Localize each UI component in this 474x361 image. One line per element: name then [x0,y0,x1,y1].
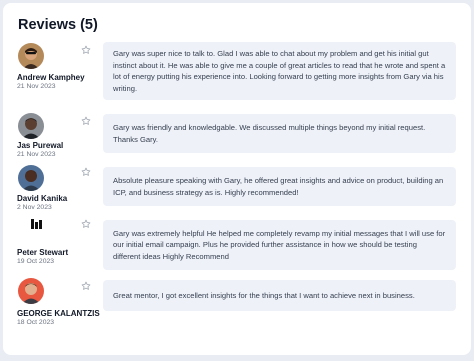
review-text-bubble: Gary was extremely helpful He helped me … [103,220,456,270]
reviews-title: Reviews (5) [18,17,98,33]
review-text: Gary was super nice to talk to. Glad I w… [113,49,446,93]
avatar [18,165,44,191]
review-text: Absolute pleasure speaking with Gary, he… [113,176,444,197]
review-text-bubble: Absolute pleasure speaking with Gary, he… [103,167,456,206]
review-date: 19 Oct 2023 [17,258,55,265]
reviews-card: Reviews (5) Andrew Kamphey 21 Nov 2023 G… [3,3,471,355]
review-text: Gary was friendly and knowledgable. We d… [113,123,426,144]
reviewer-name: David Kanika [17,194,68,203]
reviewer-name: Jas Purewal [17,141,64,150]
review-date: 21 Nov 2023 [17,83,56,90]
reviewer-name: Peter Stewart [17,248,69,257]
review-text-bubble: Great mentor, I got excellent insights f… [103,280,456,311]
star-outline-icon[interactable] [81,45,91,55]
review-text: Great mentor, I got excellent insights f… [113,290,415,300]
avatar [18,43,44,69]
star-outline-icon[interactable] [81,281,91,291]
star-outline-icon[interactable] [81,167,91,177]
star-outline-icon[interactable] [81,116,91,126]
review-text-bubble: Gary was super nice to talk to. Glad I w… [103,42,456,100]
review-text: Gary was extremely helpful He helped me … [113,228,446,261]
reviewer-name: Andrew Kamphey [17,73,85,82]
review-item: Andrew Kamphey 21 Nov 2023 Gary was supe… [3,41,471,101]
review-item: Jas Purewal 21 Nov 2023 Gary was friendl… [3,111,471,158]
avatar [30,217,44,231]
reviewer-name: GEORGE KALANTZIS [17,309,100,318]
review-text-bubble: Gary was friendly and knowledgable. We d… [103,114,456,153]
review-item: GEORGE KALANTZIS 18 Oct 2023 Great mento… [3,278,471,328]
review-date: 21 Nov 2023 [17,151,56,158]
avatar [18,278,44,304]
review-item: Peter Stewart 19 Oct 2023 Gary was extre… [3,216,471,274]
avatar [18,113,44,139]
review-date: 2 Nov 2023 [17,204,52,211]
review-item: David Kanika 2 Nov 2023 Absolute pleasur… [3,165,471,211]
star-outline-icon[interactable] [81,219,91,229]
review-date: 18 Oct 2023 [17,319,55,326]
